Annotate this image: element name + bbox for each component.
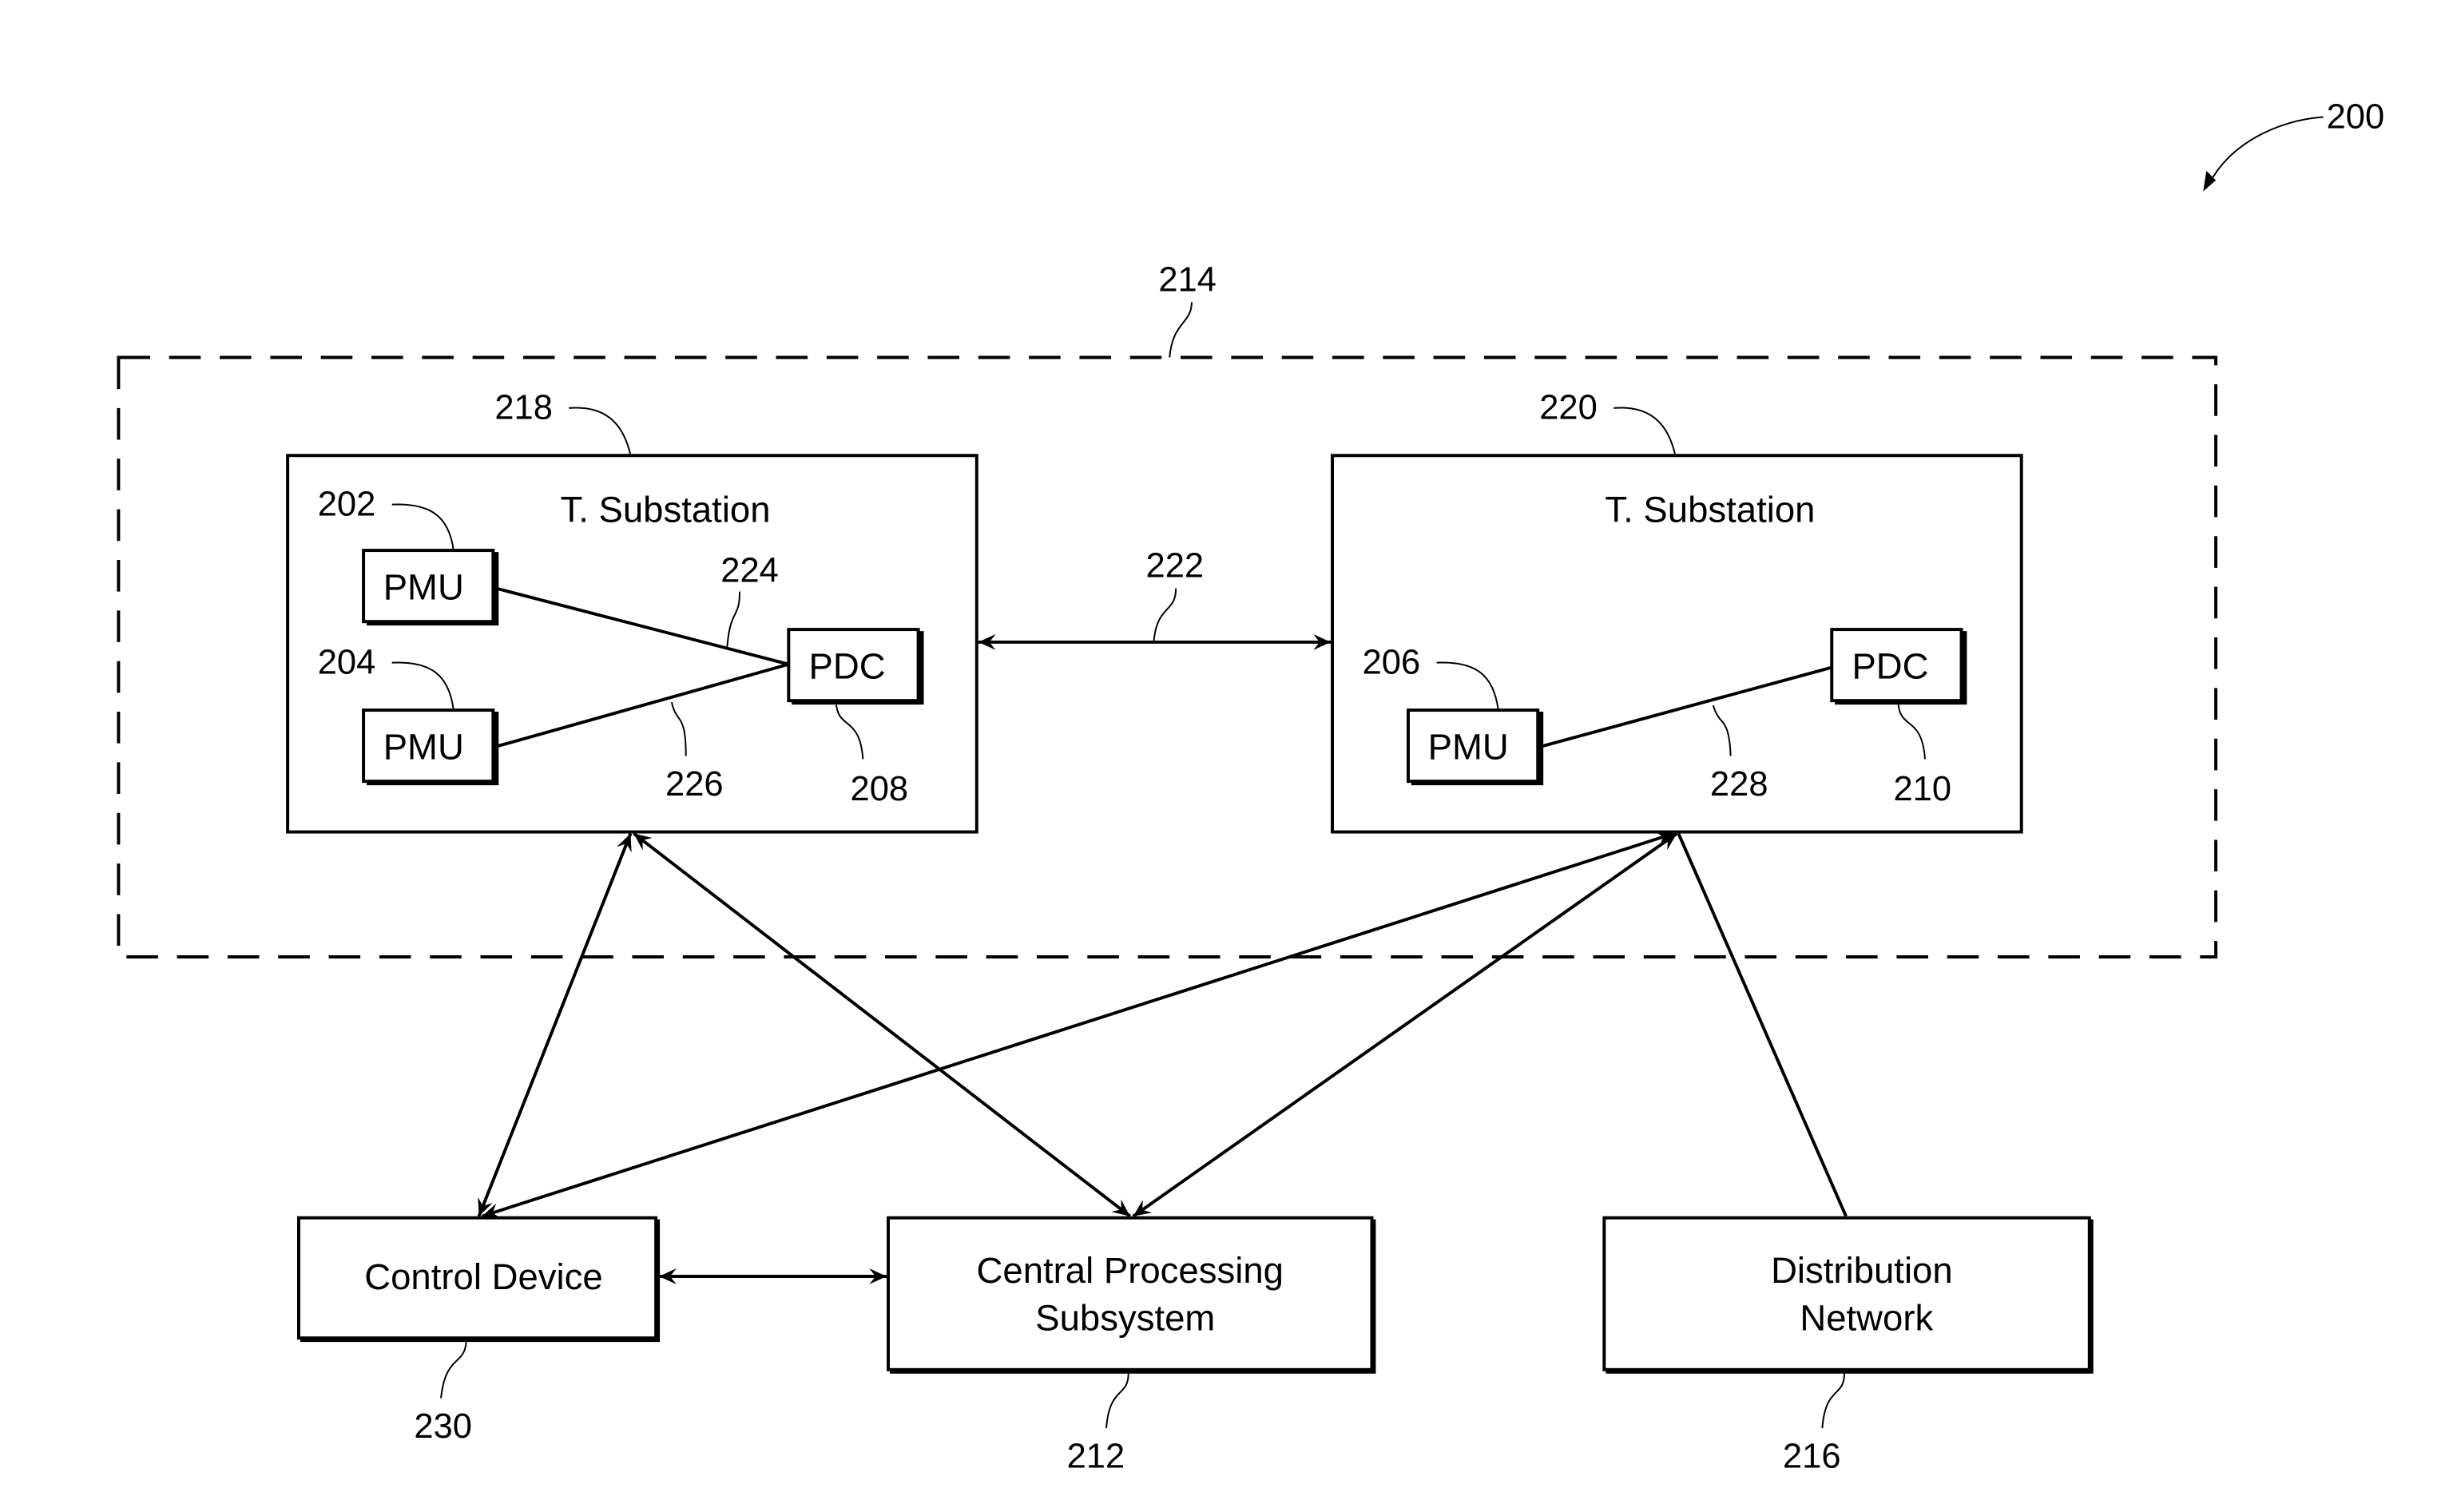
ref-228: 228	[1710, 765, 1768, 804]
ref-214: 214	[1158, 260, 1217, 299]
ref-222-leader	[1153, 588, 1177, 643]
ref-208: 208	[851, 770, 909, 808]
pmu-206-label: PMU	[1428, 726, 1509, 767]
central-processing-212[interactable]: Central Processing Subsystem 212	[887, 1216, 1376, 1476]
system-diagram: 200 214 T. Substation 218 PMU 202 PMU 20…	[117, 97, 2385, 1476]
ref-222: 222	[1146, 547, 1205, 585]
ref-216-leader	[1821, 1372, 1846, 1429]
ref-214-leader	[1169, 302, 1193, 358]
ref-220: 220	[1539, 389, 1598, 427]
ref-212-leader	[1105, 1372, 1129, 1429]
link-sub220-control	[481, 831, 1675, 1219]
substation-220[interactable]: T. Substation 220 PMU 206 PDC 210 228	[1331, 389, 2023, 834]
figure-reference: 200	[2203, 97, 2385, 192]
pdc-210-label: PDC	[1852, 645, 1928, 686]
inter-substation-link-222: 222	[978, 547, 1332, 650]
ref-210: 210	[1893, 770, 1951, 808]
link-sub218-central	[633, 831, 1131, 1218]
central-processing-label-line1: Central Processing	[977, 1250, 1284, 1291]
ref-204: 204	[318, 644, 376, 682]
central-processing-box[interactable]	[887, 1216, 1374, 1371]
ref-200-arrowhead-icon	[2203, 170, 2217, 192]
ref-200-leader	[2209, 116, 2324, 185]
substation-218[interactable]: T. Substation 218 PMU 202 PMU 204 PDC 20…	[286, 389, 978, 834]
ref-206: 206	[1363, 644, 1421, 682]
link-sub220-distribution	[1677, 832, 1848, 1217]
pmu-202-label: PMU	[383, 566, 464, 607]
distribution-network-216[interactable]: Distribution Network 216	[1602, 1216, 2094, 1476]
ref-218-leader	[569, 407, 632, 456]
connections	[477, 831, 1848, 1284]
ref-212: 212	[1067, 1438, 1125, 1476]
link-sub220-central	[1132, 831, 1678, 1218]
ref-216: 216	[1783, 1438, 1841, 1476]
ref-226: 226	[665, 765, 724, 804]
control-device-230[interactable]: Control Device 230	[296, 1216, 661, 1446]
distribution-network-box[interactable]	[1602, 1216, 2091, 1371]
central-processing-label-line2: Subsystem	[1035, 1297, 1215, 1338]
control-device-label: Control Device	[364, 1256, 602, 1297]
ref-202: 202	[318, 486, 376, 524]
distribution-network-label-line2: Network	[1800, 1297, 1933, 1338]
ref-224: 224	[720, 552, 779, 590]
ref-230: 230	[414, 1407, 472, 1446]
substation-218-title: T. Substation	[560, 489, 770, 530]
ref-220-leader	[1613, 407, 1677, 456]
substation-220-title: T. Substation	[1605, 489, 1815, 530]
ref-218: 218	[494, 389, 553, 427]
distribution-network-label-line1: Distribution	[1771, 1250, 1953, 1291]
ref-230-leader	[440, 1341, 467, 1399]
pmu-204-label: PMU	[383, 726, 464, 767]
link-sub218-control	[477, 832, 633, 1217]
pdc-208-label: PDC	[809, 645, 886, 686]
ref-200: 200	[2327, 97, 2385, 136]
